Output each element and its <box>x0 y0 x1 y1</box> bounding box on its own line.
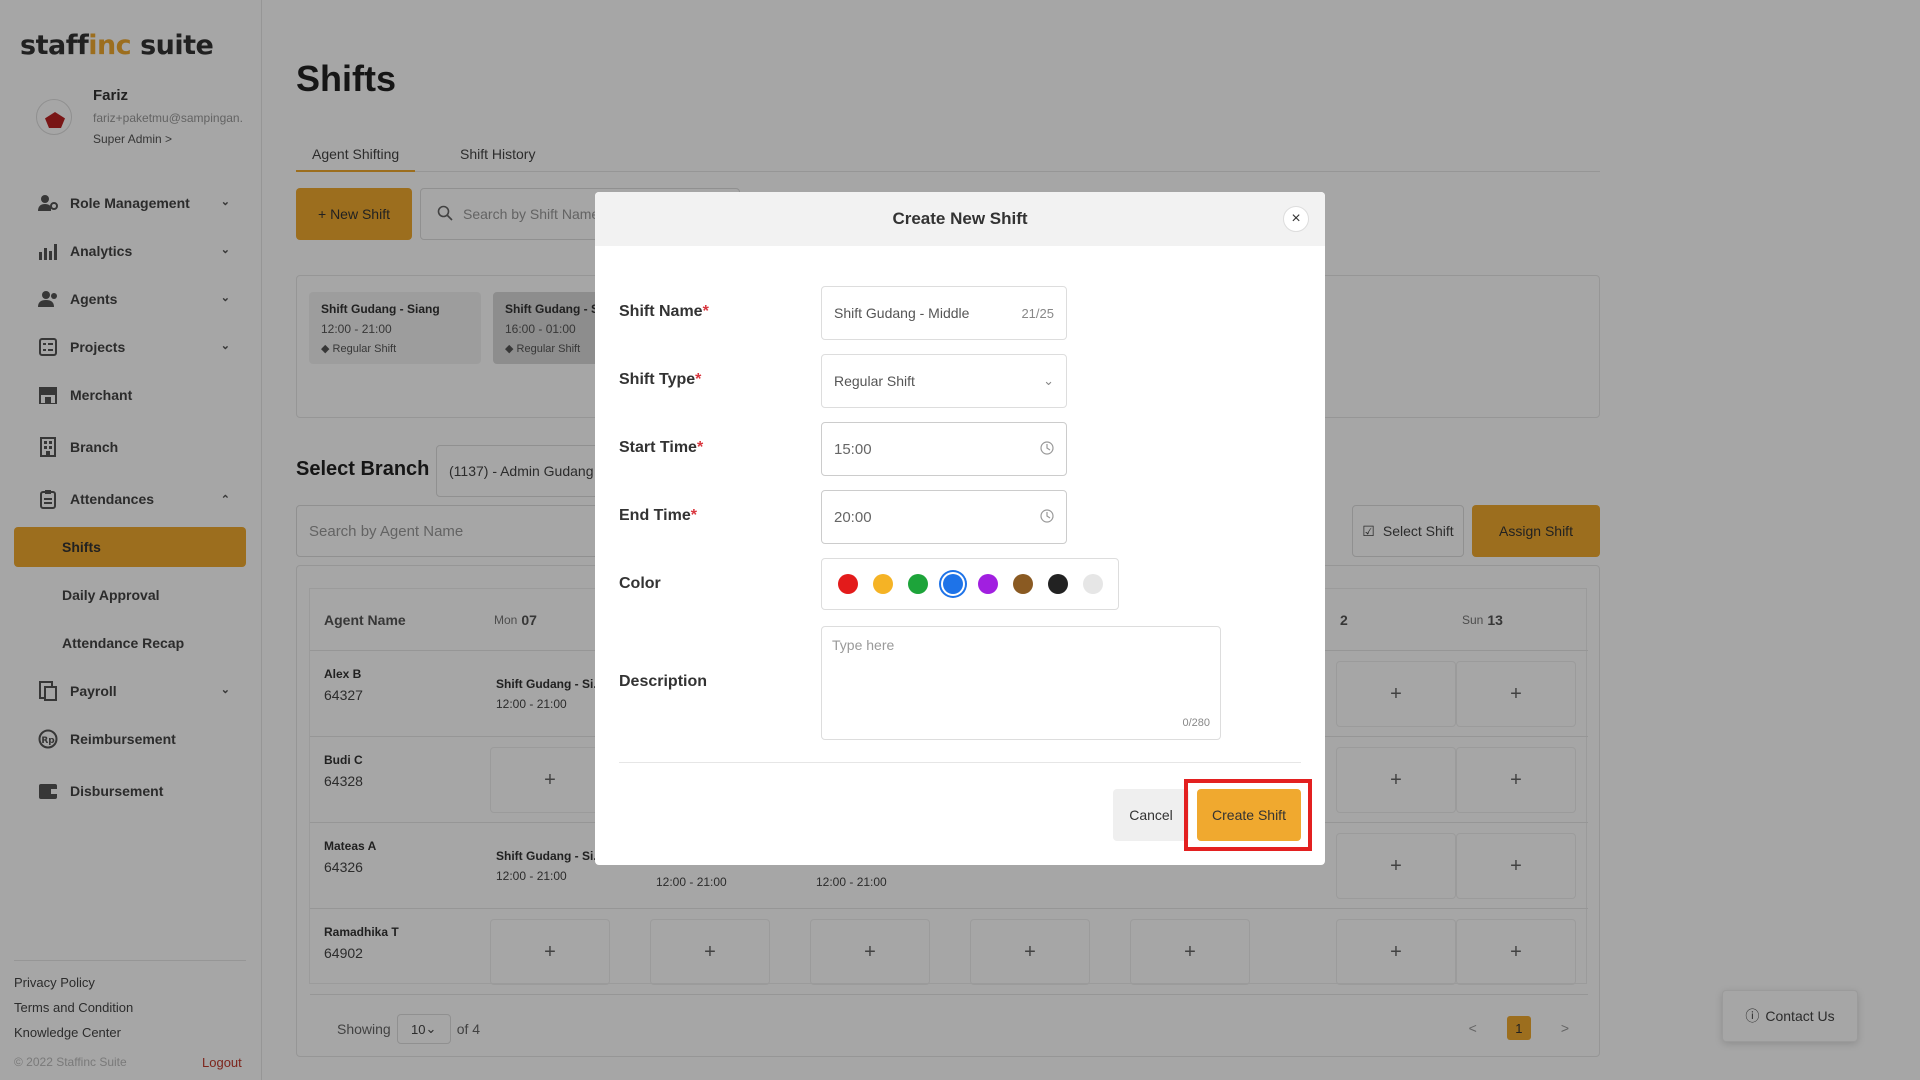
char-counter: 21/25 <box>1021 305 1054 321</box>
color-swatch[interactable] <box>1013 574 1033 594</box>
shift-name-label: Shift Name* <box>619 303 709 320</box>
color-label: Color <box>619 575 661 592</box>
clock-icon <box>1040 440 1054 458</box>
description-label: Description <box>619 673 708 690</box>
shift-type-label: Shift Type* <box>619 371 702 388</box>
end-time-input[interactable]: 20:00 <box>821 490 1067 544</box>
create-shift-modal: Create New Shift × Shift Name* Shift Gud… <box>595 192 1325 865</box>
color-swatch[interactable] <box>978 574 998 594</box>
description-textarea[interactable]: Type here 0/280 <box>821 626 1221 740</box>
color-swatch[interactable] <box>943 574 963 594</box>
color-swatch[interactable] <box>908 574 928 594</box>
highlight-box <box>1184 779 1312 851</box>
end-time-label: End Time* <box>619 507 697 524</box>
color-swatch[interactable] <box>1048 574 1068 594</box>
close-icon[interactable]: × <box>1283 206 1309 232</box>
start-time-input[interactable]: 15:00 <box>821 422 1067 476</box>
clock-icon <box>1040 508 1054 526</box>
chevron-down-icon: ⌄ <box>1043 373 1054 388</box>
char-counter: 0/280 <box>1182 717 1210 729</box>
cancel-button[interactable]: Cancel <box>1113 789 1189 841</box>
color-swatch[interactable] <box>838 574 858 594</box>
shift-type-select[interactable]: Regular Shift ⌄ <box>821 354 1067 408</box>
modal-title: Create New Shift <box>595 192 1325 246</box>
shift-name-input[interactable]: Shift Gudang - Middle 21/25 <box>821 286 1067 340</box>
color-swatch[interactable] <box>1083 574 1103 594</box>
color-swatch[interactable] <box>873 574 893 594</box>
color-picker <box>821 558 1119 610</box>
divider <box>619 762 1301 763</box>
start-time-label: Start Time* <box>619 439 704 456</box>
